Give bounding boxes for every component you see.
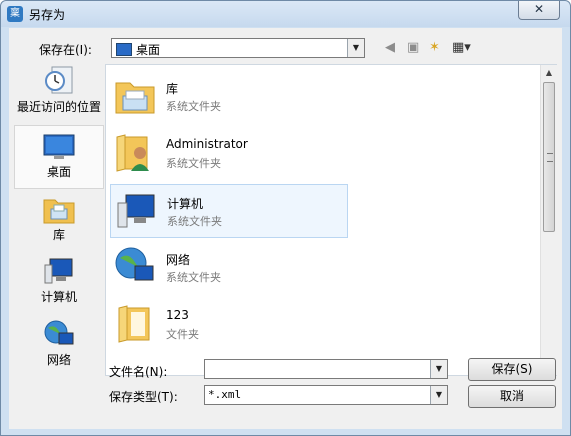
place-library[interactable]: 库 [14, 193, 104, 253]
scroll-up-arrow-icon[interactable]: ▲ [541, 65, 557, 81]
list-item[interactable]: 网络 系统文件夹 [110, 241, 348, 295]
place-computer[interactable]: 计算机 [14, 255, 104, 315]
view-menu-icon[interactable]: ▦▾ [452, 40, 471, 55]
new-folder-icon[interactable]: ✶ [429, 40, 440, 55]
list-item[interactable]: Administrator 系统文件夹 [110, 127, 348, 181]
vertical-scrollbar[interactable]: ▲ ▼ [540, 65, 557, 375]
lookin-dropdown[interactable]: 桌面 ▼ [111, 38, 365, 58]
place-label: 最近访问的位置 [16, 100, 101, 114]
library-icon [43, 199, 75, 224]
filetype-label: 保存类型(T): [109, 390, 178, 404]
network-icon [115, 247, 154, 281]
computer-icon [117, 194, 155, 228]
app-icon: 稟 [7, 6, 23, 22]
lookin-label: 保存在(I): [39, 43, 92, 57]
network-icon [44, 320, 74, 345]
list-item[interactable]: 库 系统文件夹 [110, 70, 348, 124]
save-as-dialog: 稟 另存为 ✕ 保存在(I): 桌面 ▼ ◀ ▣ ✶ ▦▾ 最近访问的位置 桌面… [0, 0, 571, 436]
library-folder-icon [115, 82, 155, 114]
recent-places-icon [45, 66, 73, 94]
item-type: 文件夹 [166, 328, 199, 341]
grip-icon [547, 153, 553, 162]
computer-icon [44, 258, 73, 284]
desktop-icon [116, 43, 132, 56]
save-button[interactable]: 保存(S) [468, 358, 556, 381]
item-name: 网络 [166, 253, 191, 267]
item-type: 系统文件夹 [166, 100, 221, 113]
up-folder-icon[interactable]: ▣ [407, 40, 419, 55]
filename-input[interactable]: ▼ [204, 359, 448, 379]
item-type: 系统文件夹 [166, 157, 221, 170]
chevron-down-icon[interactable]: ▼ [430, 386, 447, 404]
filetype-select[interactable]: *.xml ▼ [204, 385, 448, 405]
place-recent[interactable]: 最近访问的位置 [14, 63, 104, 127]
item-name: 123 [166, 308, 189, 322]
lookin-value: 桌面 [136, 43, 161, 57]
item-type: 系统文件夹 [166, 271, 221, 284]
filetype-value: *.xml [208, 388, 242, 401]
list-item[interactable]: 计算机 系统文件夹 [110, 184, 348, 238]
filename-label: 文件名(N): [109, 365, 168, 379]
dialog-body: 保存在(I): 桌面 ▼ ◀ ▣ ✶ ▦▾ 最近访问的位置 桌面 库 计算机 网… [9, 28, 562, 429]
item-name: 库 [166, 82, 179, 96]
place-label: 库 [52, 228, 65, 242]
chevron-down-icon[interactable]: ▼ [430, 360, 447, 378]
place-network[interactable]: 网络 [14, 318, 104, 378]
back-arrow-icon[interactable]: ◀ [385, 40, 395, 55]
places-bar: 最近访问的位置 桌面 库 计算机 网络 [14, 63, 104, 376]
item-name: 计算机 [167, 197, 204, 211]
title-bar[interactable]: 稟 另存为 ✕ [1, 1, 570, 27]
list-item[interactable]: 123 文件夹 [110, 298, 348, 352]
close-button[interactable]: ✕ [518, 1, 560, 20]
user-folder-icon [116, 134, 149, 172]
desktop-icon [43, 134, 75, 159]
place-label: 计算机 [40, 290, 77, 304]
chevron-down-icon[interactable]: ▼ [347, 39, 364, 57]
item-name: Administrator [166, 137, 248, 151]
place-desktop[interactable]: 桌面 [14, 125, 104, 189]
cancel-button[interactable]: 取消 [468, 385, 556, 408]
item-type: 系统文件夹 [167, 215, 222, 228]
place-label: 桌面 [46, 165, 71, 179]
scroll-thumb[interactable] [543, 82, 555, 232]
folder-icon [118, 305, 150, 343]
file-list[interactable]: 库 系统文件夹 Administrator 系统文件夹 计算机 系统文件夹 网络… [105, 64, 557, 376]
place-label: 网络 [46, 353, 71, 367]
window-title: 另存为 [29, 8, 66, 22]
